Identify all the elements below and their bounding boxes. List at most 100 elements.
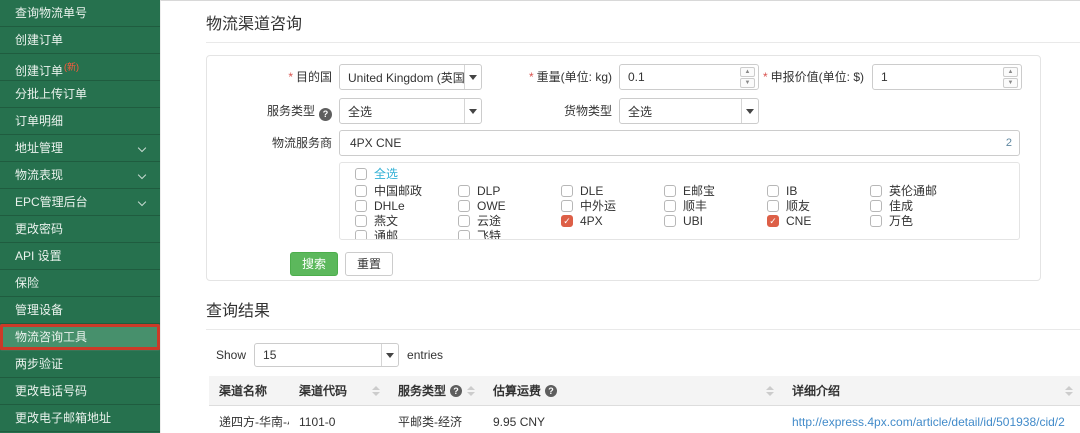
destination-select[interactable]: United Kingdom (英国): [339, 64, 482, 90]
sidebar-item[interactable]: 创建订单(新): [0, 54, 160, 81]
checkbox-icon: [767, 185, 779, 197]
table-row: 递四方-华南-小包平邮 1101-0 平邮类-经济 9.95 CNY http:…: [209, 406, 1080, 433]
sort-icon[interactable]: [1065, 386, 1073, 396]
provider-checkbox[interactable]: 中国邮政: [355, 183, 458, 198]
column-header[interactable]: 渠道代码: [289, 376, 388, 406]
provider-checkbox[interactable]: 顺友: [767, 198, 870, 213]
provider-checkbox-label: 顺友: [786, 197, 810, 214]
provider-grid: 中国邮政 DLP DLE E邮宝 IB: [355, 183, 1019, 240]
sidebar-item[interactable]: 管理设备: [0, 297, 160, 324]
provider-checkbox[interactable]: DLE: [561, 183, 664, 198]
sidebar-item[interactable]: 订单明细: [0, 108, 160, 135]
provider-checkbox[interactable]: 飞特: [458, 228, 561, 240]
checkbox-icon: [355, 185, 367, 197]
sidebar-item-label: 分批上传订单: [15, 87, 87, 101]
provider-input[interactable]: 4PX CNE 2: [339, 130, 1020, 156]
provider-checkbox[interactable]: CNE: [767, 213, 870, 228]
sidebar-item[interactable]: API 设置: [0, 243, 160, 270]
sidebar-item-label: 物流表现: [15, 168, 63, 182]
show-entries-row: Show 15 entries: [216, 343, 1080, 367]
help-icon[interactable]: ?: [450, 385, 462, 397]
sidebar-item[interactable]: 更改密码: [0, 216, 160, 243]
provider-checkbox[interactable]: OWE: [458, 198, 561, 213]
sidebar-item[interactable]: 保险: [0, 270, 160, 297]
provider-checkbox[interactable]: 顺丰: [664, 198, 767, 213]
checkbox-icon: [458, 230, 470, 241]
service-type-label: 服务类型?: [207, 98, 332, 124]
provider-checkbox-label: 中外运: [580, 197, 616, 214]
sidebar: 查询物流单号 创建订单 创建订单(新) 分批上传订单 订单明细 地址管理 物流表…: [0, 0, 160, 433]
provider-checkbox[interactable]: 万色: [870, 213, 973, 228]
service-type-select[interactable]: 全选: [339, 98, 482, 124]
provider-checkbox[interactable]: 英伦通邮: [870, 183, 973, 198]
column-header-label: 详细介绍: [792, 382, 840, 399]
help-icon[interactable]: ?: [545, 385, 557, 397]
sidebar-item[interactable]: 物流表现: [0, 162, 160, 189]
provider-checkbox[interactable]: 中外运: [561, 198, 664, 213]
column-header[interactable]: 详细介绍: [782, 376, 1080, 406]
channel-code-cell: 1101-0: [289, 406, 388, 433]
spinner-icon[interactable]: ▲▼: [1003, 67, 1018, 89]
new-badge: (新): [64, 62, 79, 72]
checkbox-icon: [458, 200, 470, 212]
provider-checkbox[interactable]: 燕文: [355, 213, 458, 228]
results-table: 渠道名称 渠道代码 服务类型 ?: [209, 376, 1080, 433]
column-header[interactable]: 服务类型 ?: [388, 376, 483, 406]
sort-icon[interactable]: [372, 386, 380, 396]
entries-select[interactable]: 15: [254, 343, 399, 367]
provider-checkbox[interactable]: DHLe: [355, 198, 458, 213]
detail-link[interactable]: http://express.4px.com/article/detail/id…: [792, 415, 1065, 429]
sort-icon[interactable]: [766, 386, 774, 396]
reset-button[interactable]: 重置: [345, 252, 393, 276]
provider-checkbox[interactable]: DLP: [458, 183, 561, 198]
sidebar-item[interactable]: EPC管理后台: [0, 189, 160, 216]
sidebar-item-label: 更改电子邮箱地址: [15, 411, 111, 425]
sidebar-item[interactable]: 查询物流单号: [0, 0, 160, 27]
column-header-label: 服务类型: [398, 382, 446, 399]
sidebar-item[interactable]: 两步验证: [0, 351, 160, 378]
sidebar-item[interactable]: 创建订单: [0, 27, 160, 54]
provider-checkbox[interactable]: 通邮: [355, 228, 458, 240]
column-header[interactable]: 估算运费 ?: [483, 376, 782, 406]
service-type-value: 全选: [340, 103, 464, 120]
entries-label: entries: [407, 348, 443, 362]
provider-checkbox-label: DLE: [580, 184, 603, 198]
chevron-down-icon: [138, 171, 146, 179]
select-all-checkbox[interactable]: 全选: [355, 166, 1019, 181]
checkbox-icon: [458, 215, 470, 227]
checkbox-icon: [664, 200, 676, 212]
declared-value-input[interactable]: 1 ▲▼: [872, 64, 1022, 90]
sidebar-item[interactable]: 分批上传订单: [0, 81, 160, 108]
sidebar-item-label: 地址管理: [15, 141, 63, 155]
fee-cell: 9.95 CNY: [483, 406, 782, 433]
provider-checkbox-label: 通邮: [374, 227, 398, 240]
provider-checkbox-label: 中国邮政: [374, 182, 422, 199]
sort-icon[interactable]: [467, 386, 475, 396]
provider-checkbox[interactable]: E邮宝: [664, 183, 767, 198]
search-button[interactable]: 搜索: [290, 252, 338, 276]
provider-checkbox[interactable]: 佳成: [870, 198, 973, 213]
column-header[interactable]: 渠道名称: [209, 376, 289, 406]
help-icon[interactable]: ?: [319, 108, 332, 121]
sidebar-item-label: 物流咨询工具: [15, 330, 87, 344]
page-title: 物流渠道咨询: [206, 10, 1080, 34]
provider-checkbox[interactable]: UBI: [664, 213, 767, 228]
sidebar-item[interactable]: 地址管理: [0, 135, 160, 162]
divider: [206, 42, 1080, 43]
checkbox-icon: [767, 215, 779, 227]
cargo-type-select[interactable]: 全选: [619, 98, 759, 124]
destination-label: *目的国: [207, 64, 332, 90]
provider-count: 2: [1006, 131, 1012, 155]
provider-checkbox-label: UBI: [683, 214, 703, 228]
sidebar-item[interactable]: 更改电话号码: [0, 378, 160, 405]
provider-value: 4PX CNE: [350, 136, 401, 150]
declared-value-label: *申报价值(单位: $): [727, 64, 864, 90]
query-form-panel: *目的国 United Kingdom (英国) *重量(单位: kg) 0.1…: [206, 55, 1041, 281]
weight-label: *重量(单位: kg): [467, 64, 612, 90]
provider-checkbox[interactable]: 云途: [458, 213, 561, 228]
provider-checkbox[interactable]: IB: [767, 183, 870, 198]
checkbox-icon: [355, 168, 367, 180]
sidebar-item[interactable]: 物流咨询工具: [0, 324, 160, 351]
provider-checkbox[interactable]: 4PX: [561, 213, 664, 228]
sidebar-item[interactable]: 更改电子邮箱地址: [0, 405, 160, 432]
